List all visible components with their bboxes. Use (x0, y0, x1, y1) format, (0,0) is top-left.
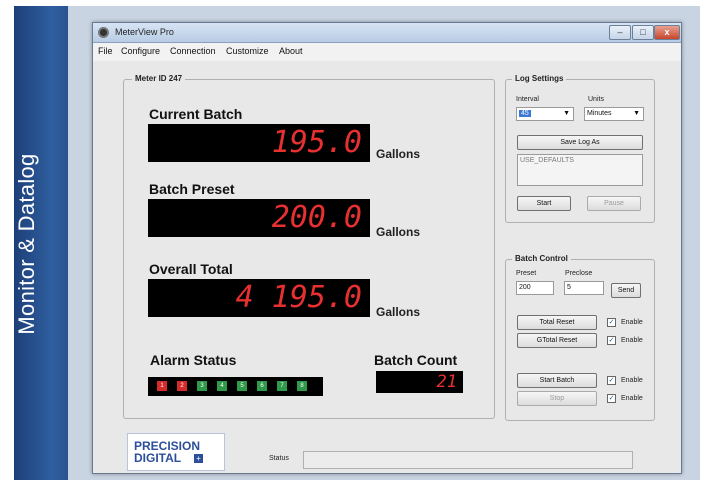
status-field (303, 451, 633, 469)
overall-total-label: Overall Total (149, 261, 233, 277)
save-log-as-button[interactable]: Save Log As (517, 135, 643, 150)
plus-icon: + (194, 454, 203, 463)
interval-value: 45 (519, 110, 531, 117)
units-select[interactable]: Minutes ▼ (584, 107, 644, 121)
gtotal-reset-enable-checkbox[interactable]: ✓ (607, 336, 616, 345)
close-button[interactable]: x (654, 25, 680, 40)
preclose-input[interactable]: 5 (564, 281, 604, 295)
chevron-down-icon: ▼ (633, 110, 640, 117)
total-reset-button[interactable]: Total Reset (517, 315, 597, 330)
interval-label: Interval (516, 96, 539, 103)
alarm-status-strip: 1 2 3 4 5 6 7 8 (148, 377, 323, 396)
pause-log-button[interactable]: Pause (587, 196, 641, 211)
alarm-led-4: 4 (217, 381, 227, 391)
menu-about[interactable]: About (279, 46, 303, 56)
total-reset-enable-checkbox[interactable]: ✓ (607, 318, 616, 327)
minimize-button[interactable]: – (609, 25, 631, 40)
interval-select[interactable]: 45 ▼ (516, 107, 574, 121)
current-batch-label: Current Batch (149, 106, 243, 122)
stop-enable-label: Enable (621, 395, 643, 402)
maximize-button[interactable]: □ (632, 25, 654, 40)
alarm-led-7: 7 (277, 381, 287, 391)
start-batch-enable-label: Enable (621, 377, 643, 384)
menu-connection[interactable]: Connection (170, 46, 216, 56)
gtotal-reset-button[interactable]: GTotal Reset (517, 333, 597, 348)
app-window: MeterView Pro – □ x File Configure Conne… (92, 22, 682, 474)
overall-total-unit: Gallons (376, 305, 421, 319)
logo-line-2: DIGITAL (134, 451, 182, 465)
alarm-led-3: 3 (197, 381, 207, 391)
batch-count-display: 21 (376, 371, 463, 393)
batch-preset-display: 200.0 (148, 199, 370, 237)
stop-enable-checkbox[interactable]: ✓ (607, 394, 616, 403)
start-batch-button[interactable]: Start Batch (517, 373, 597, 388)
preset-label: Preset (516, 270, 537, 277)
chevron-down-icon: ▼ (563, 110, 570, 117)
preset-input[interactable]: 200 (516, 281, 554, 295)
current-batch-unit: Gallons (376, 147, 421, 161)
batch-preset-unit: Gallons (376, 225, 421, 239)
alarm-status-label: Alarm Status (150, 352, 237, 368)
log-path-field[interactable]: USE_DEFAULTS (517, 154, 643, 186)
alarm-led-8: 8 (297, 381, 307, 391)
batch-count-label: Batch Count (374, 352, 458, 368)
start-log-button[interactable]: Start (517, 196, 571, 211)
send-button[interactable]: Send (611, 283, 641, 298)
current-batch-display: 195.0 (148, 124, 370, 162)
overall-total-display: 4 195.0 (148, 279, 370, 317)
app-icon (98, 27, 109, 38)
menu-customize[interactable]: Customize (226, 46, 269, 56)
units-value: Minutes (587, 110, 612, 117)
log-settings-label: Log Settings (512, 74, 567, 83)
menu-configure[interactable]: Configure (121, 46, 160, 56)
preclose-label: Preclose (565, 270, 593, 277)
total-reset-enable-label: Enable (621, 319, 643, 326)
title-bar: MeterView Pro – □ x (93, 23, 681, 43)
status-label: Status (269, 455, 289, 462)
gtotal-reset-enable-label: Enable (621, 337, 643, 344)
menu-file[interactable]: File (98, 46, 113, 56)
alarm-led-1: 1 (157, 381, 167, 391)
precision-digital-logo: PRECISION DIGITAL + (127, 433, 225, 471)
start-batch-enable-checkbox[interactable]: ✓ (607, 376, 616, 385)
units-label: Units (588, 96, 604, 103)
window-title: MeterView Pro (115, 27, 174, 37)
menu-bar: File Configure Connection Customize Abou… (93, 43, 681, 61)
alarm-led-5: 5 (237, 381, 247, 391)
alarm-led-6: 6 (257, 381, 267, 391)
meter-group-label: Meter ID 247 (132, 74, 186, 83)
batch-preset-label: Batch Preset (149, 181, 235, 197)
stop-batch-button[interactable]: Stop (517, 391, 597, 406)
alarm-led-2: 2 (177, 381, 187, 391)
batch-control-label: Batch Control (512, 254, 571, 263)
sidebar-title: Monitor & Datalog (14, 153, 39, 335)
